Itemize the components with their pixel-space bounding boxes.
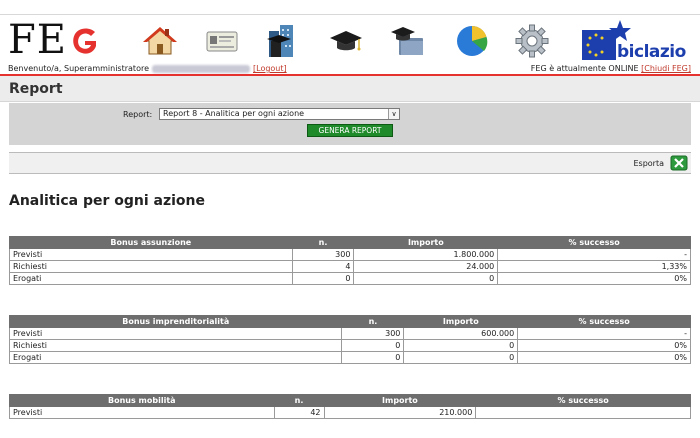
report-select-value: Report 8 - Analitica per ogni azione [163,109,305,118]
success-cell: 1,33% [497,260,691,273]
column-header: Bonus assunzione [9,236,293,249]
success-cell: 0% [517,351,691,364]
column-header: n. [341,315,405,328]
row-label: Erogati [8,351,343,364]
amount-cell: 24.000 [353,260,499,273]
welcome-text: Benvenuto/a, Superamministratore [Logout] [8,64,287,73]
column-header: Bonus imprenditorialità [8,315,343,328]
table-row: Richiesti 4 24.000 1,33% [9,260,691,273]
success-cell: 0% [497,272,691,285]
amount-cell: 210.000 [323,406,477,419]
bonus-assunzione-table: Bonus assunzione n. Importo % successo P… [9,236,691,285]
column-header: Importo [353,236,499,249]
row-label: Erogati [9,272,293,285]
count-cell: 300 [291,248,355,261]
count-cell: 300 [341,327,405,340]
feg-logo[interactable]: FE [8,18,99,60]
success-cell: 0% [517,339,691,352]
buildings-icon[interactable] [262,22,302,60]
row-label: Richiesti [9,260,293,273]
count-cell: 0 [341,351,405,364]
amount-cell: 0 [353,272,499,285]
app-header: FE biclazio Benvenuto/a, Superamministra… [0,16,700,74]
status-text: FEG è attualmente ONLINE [530,64,639,73]
online-status: FEG è attualmente ONLINE [Chiudi FEG] [531,64,691,73]
column-header: % successo [517,315,691,328]
page-title: Report [9,81,63,97]
table-header-row: Bonus assunzione n. Importo % successo [9,236,691,249]
report-filter-bar: Report: Report 8 - Analitica per ogni az… [9,103,691,145]
report-select-label: Report: [123,110,153,119]
table-row: Previsti 300 1.800.000 - [9,248,691,261]
amount-cell: 0 [403,351,519,364]
column-header: % successo [475,394,691,407]
count-cell: 0 [291,272,355,285]
graduation-cap-icon[interactable] [326,22,366,60]
report-select[interactable]: Report 8 - Analitica per ogni azione ∨ [159,108,400,120]
column-header: % successo [497,236,691,249]
home-icon[interactable] [140,22,180,60]
row-label: Previsti [9,406,275,419]
column-header: n. [273,394,325,407]
gear-icon[interactable] [512,22,552,60]
success-cell: - [497,248,691,261]
success-cell: - [517,327,691,340]
amount-cell: 600.000 [403,327,519,340]
row-label: Previsti [8,327,343,340]
page-title-bar: Report [0,76,700,102]
graduation-folder-icon[interactable] [388,22,428,60]
biclazio-text: biclazio [617,42,686,62]
chevron-down-icon[interactable]: ∨ [388,109,399,119]
bonus-mobilita-table: Bonus mobilità n. Importo % successo Pre… [9,394,691,419]
row-label: Richiesti [8,339,343,352]
column-header: Importo [403,315,519,328]
biclazio-logo[interactable]: biclazio [580,20,686,62]
excel-export-icon[interactable] [670,155,688,171]
table-header-row: Bonus mobilità n. Importo % successo [9,394,691,407]
table-row: Richiesti 0 0 0% [8,339,691,352]
top-divider [0,14,700,15]
id-card-icon[interactable] [202,22,242,60]
success-cell [475,406,691,419]
logout-link[interactable]: [Logout] [253,64,287,73]
column-header: Importo [323,394,477,407]
table-header-row: Bonus imprenditorialità n. Importo % suc… [8,315,691,328]
bonus-imprenditorialita-table: Bonus imprenditorialità n. Importo % suc… [8,315,691,364]
section-title: Analitica per ogni azione [9,193,206,209]
amount-cell: 0 [403,339,519,352]
count-cell: 0 [341,339,405,352]
row-label: Previsti [9,248,293,261]
count-cell: 4 [291,260,355,273]
table-row: Erogati 0 0 0% [9,272,691,285]
logo-text: FE [8,17,67,63]
welcome-prefix: Benvenuto/a, Superamministratore [8,64,149,73]
redacted-username [152,64,250,73]
amount-cell: 1.800.000 [353,248,499,261]
generate-report-button[interactable]: GENERA REPORT [307,124,393,137]
column-header: n. [291,236,355,249]
column-header: Bonus mobilità [9,394,275,407]
table-row: Erogati 0 0 0% [8,351,691,364]
logo-g-icon [73,28,96,54]
export-bar: Esporta [9,152,691,174]
count-cell: 42 [273,406,325,419]
export-label[interactable]: Esporta [633,159,664,168]
close-feg-link[interactable]: [Chiudi FEG] [641,64,691,73]
pie-chart-icon[interactable] [452,22,492,60]
table-row: Previsti 300 600.000 - [8,327,691,340]
table-row: Previsti 42 210.000 [9,406,691,419]
